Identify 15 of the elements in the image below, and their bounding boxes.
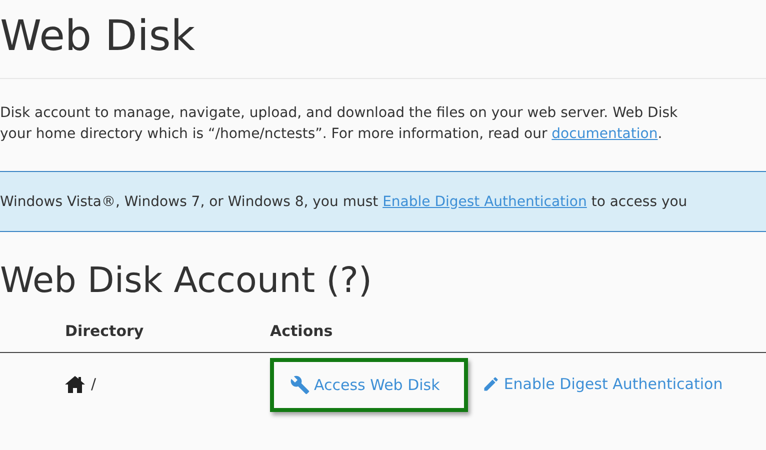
digest-auth-link[interactable]: Enable Digest Authentication <box>382 194 587 210</box>
description-text: your home directory which is “/home/nctests”. For more information, read our documentation. <box>0 125 662 144</box>
notice-text: Windows Vista®, Windows 7, or Windows 8, you must Enable Digest Authentication to access you <box>0 194 688 210</box>
action-link[interactable]: Enable Digest Authentication <box>474 375 723 393</box>
description-text: Disk account to manage, navigate, upload, and download the files on your web server. Web Disk <box>0 104 678 123</box>
directory-text: / <box>91 375 96 393</box>
documentation-link[interactable]: documentation <box>552 126 658 142</box>
column-header: Actions <box>270 322 333 340</box>
action-link[interactable]: Access Web Disk <box>270 358 468 412</box>
pencil-icon <box>482 375 500 393</box>
column-header: Directory <box>64 322 144 340</box>
page-title: Web Disk <box>0 10 196 62</box>
home-icon <box>65 376 85 392</box>
section-title: Web Disk Account (?) <box>0 260 374 302</box>
wrench-icon <box>290 375 310 395</box>
